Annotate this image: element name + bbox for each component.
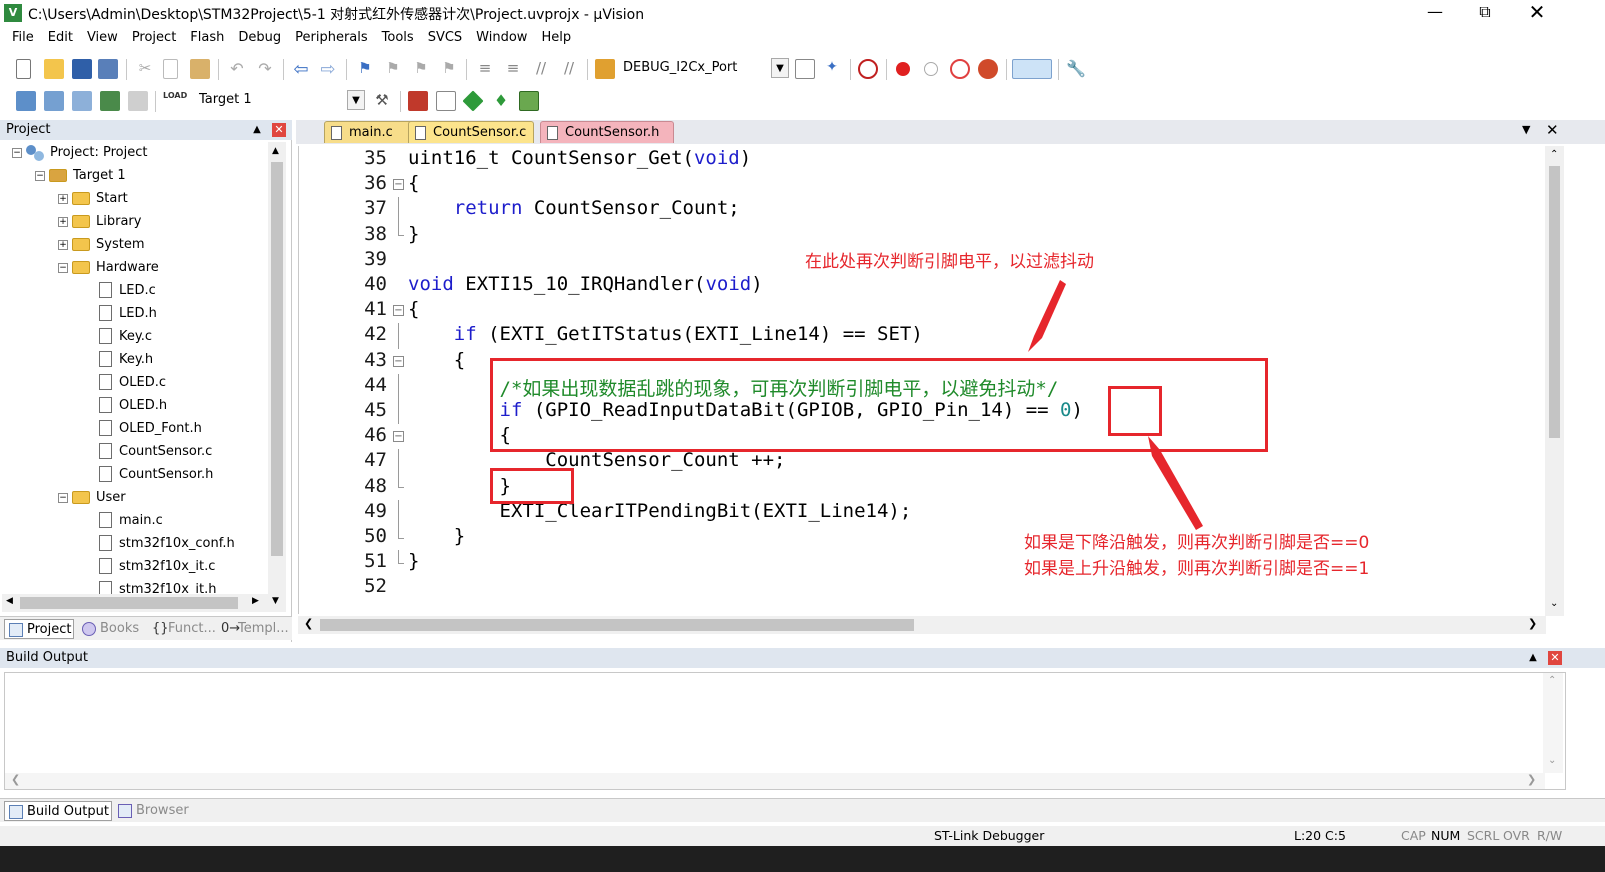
build-output-tabs: Build Output Browser [0, 798, 1605, 822]
scroll-lock-indicator: SCRL [1467, 828, 1500, 843]
scroll-right-icon[interactable]: ❯ [1527, 773, 1536, 786]
build-output-title: Build Output [6, 650, 88, 665]
scroll-left-icon[interactable]: ❮ [11, 773, 20, 786]
close-icon[interactable]: ✕ [1548, 651, 1562, 665]
scroll-up-icon[interactable]: ⌃ [1548, 675, 1556, 686]
browser-icon [118, 804, 132, 818]
annotation-top-note: 在此处再次判断引脚电平，以过滤抖动 [805, 252, 1094, 272]
pin-icon[interactable]: ▲ [1526, 651, 1540, 665]
annotation-falling-edge-note: 如果是下降沿触发，则再次判断引脚是否==0 [1024, 533, 1370, 553]
read-write-indicator: R/W [1537, 828, 1563, 843]
build-output-vertical-scrollbar[interactable]: ⌃ ⌄ [1543, 673, 1563, 773]
build-output-horizontal-scrollbar[interactable]: ❮ ❯ [5, 773, 1545, 789]
annotation-rising-edge-note: 如果是上升沿触发，则再次判断引脚是否==1 [1024, 559, 1370, 579]
cursor-position: L:20 C:5 [1294, 828, 1346, 843]
build-output-header: Build Output ▲ ✕ [0, 648, 1605, 668]
caps-lock-indicator: CAP [1401, 828, 1426, 843]
tab-browser[interactable]: Browser [114, 801, 192, 821]
highlight-box-zero [1108, 386, 1162, 436]
highlight-box-closing-brace [490, 468, 574, 504]
arrow-to-if-statement [1028, 280, 1066, 352]
tab-label: Browser [136, 803, 189, 818]
status-bar: ST-Link Debugger L:20 C:5 CAP NUM SCRL O… [0, 826, 1605, 846]
scroll-down-icon[interactable]: ⌄ [1548, 755, 1556, 766]
overwrite-indicator: OVR [1503, 828, 1530, 843]
taskbar-strip [0, 846, 1605, 872]
tab-label: Build Output [27, 804, 109, 819]
debugger-status: ST-Link Debugger [934, 828, 1045, 843]
build-output-icon [9, 805, 23, 819]
num-lock-indicator: NUM [1431, 828, 1461, 843]
tab-build-output[interactable]: Build Output [4, 801, 112, 821]
